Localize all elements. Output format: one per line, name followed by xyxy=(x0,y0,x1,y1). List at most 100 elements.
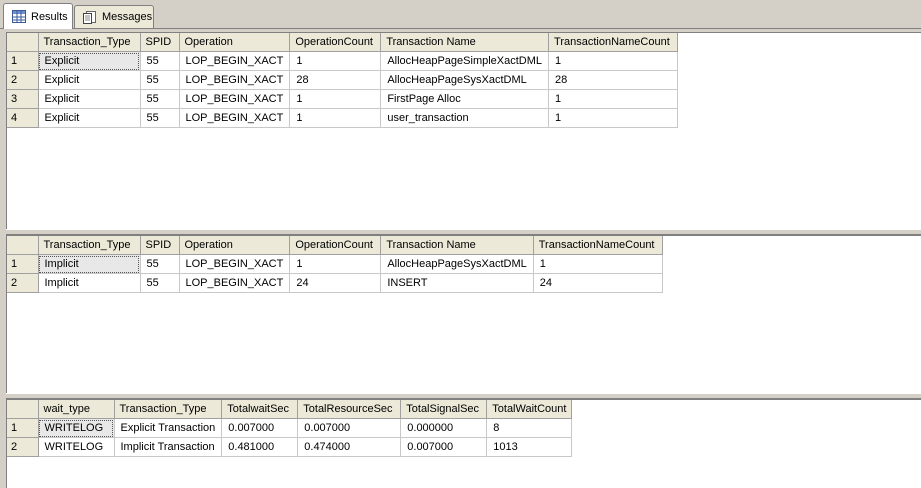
table-cell[interactable]: 24 xyxy=(533,273,663,293)
column-header[interactable]: Operation xyxy=(179,33,291,52)
column-header[interactable]: OperationCount xyxy=(289,33,382,52)
header-row: Transaction_Type SPID Operation Operatio… xyxy=(7,33,679,52)
result-table-3: wait_type Transaction_Type TotalwaitSec … xyxy=(7,400,573,457)
tab-messages-label: Messages xyxy=(102,11,153,23)
table-cell[interactable]: LOP_BEGIN_XACT xyxy=(179,89,291,109)
result-grid-1[interactable]: Transaction_Type SPID Operation Operatio… xyxy=(6,32,921,229)
table-cell[interactable]: AllocHeapPageSysXactDML xyxy=(380,70,550,90)
tab-results[interactable]: Results xyxy=(3,3,73,29)
table-row: 1 WRITELOG Explicit Transaction 0.007000… xyxy=(7,418,573,438)
header-row: Transaction_Type SPID Operation Operatio… xyxy=(7,236,663,255)
table-cell[interactable]: 24 xyxy=(289,273,382,293)
grid-corner[interactable] xyxy=(7,33,39,52)
table-cell[interactable]: 55 xyxy=(140,254,180,274)
column-header[interactable]: Transaction Name xyxy=(380,33,550,52)
row-number[interactable]: 3 xyxy=(7,89,39,109)
column-header[interactable]: TransactionNameCount xyxy=(548,33,679,52)
table-cell[interactable]: 0.000000 xyxy=(400,418,488,438)
table-cell[interactable]: Explicit xyxy=(38,51,141,71)
table-cell[interactable]: FirstPage Alloc xyxy=(380,89,550,109)
table-row: 2 Explicit 55 LOP_BEGIN_XACT 28 AllocHea… xyxy=(7,70,679,90)
column-header[interactable]: Transaction Name xyxy=(380,236,534,255)
header-row: wait_type Transaction_Type TotalwaitSec … xyxy=(7,400,573,419)
table-cell[interactable]: 0.481000 xyxy=(221,437,299,457)
table-cell[interactable]: LOP_BEGIN_XACT xyxy=(179,254,291,274)
column-header[interactable]: TotalResourceSec xyxy=(297,400,402,419)
column-header[interactable]: TotalSignalSec xyxy=(400,400,488,419)
grid-corner[interactable] xyxy=(7,236,39,255)
table-cell[interactable]: AllocHeapPageSimpleXactDML xyxy=(380,51,550,71)
column-header[interactable]: Transaction_Type xyxy=(114,400,223,419)
table-cell[interactable]: INSERT xyxy=(380,273,534,293)
table-row: 1 Explicit 55 LOP_BEGIN_XACT 1 AllocHeap… xyxy=(7,51,679,71)
result-grid-2[interactable]: Transaction_Type SPID Operation Operatio… xyxy=(6,235,921,393)
column-header[interactable]: Transaction_Type xyxy=(38,33,141,52)
table-cell[interactable]: Explicit Transaction xyxy=(114,418,223,438)
table-cell[interactable]: LOP_BEGIN_XACT xyxy=(179,273,291,293)
table-cell[interactable]: 1 xyxy=(289,51,382,71)
table-cell[interactable]: 1 xyxy=(289,89,382,109)
result-table-2: Transaction_Type SPID Operation Operatio… xyxy=(7,236,663,293)
table-cell[interactable]: 8 xyxy=(486,418,573,438)
table-cell[interactable]: Explicit xyxy=(38,70,141,90)
table-cell[interactable]: 1 xyxy=(548,51,679,71)
column-header[interactable]: TotalWaitCount xyxy=(486,400,573,419)
table-cell[interactable]: 55 xyxy=(140,108,180,128)
tabstrip-divider xyxy=(0,28,921,29)
table-row: 1 Implicit 55 LOP_BEGIN_XACT 1 AllocHeap… xyxy=(7,254,663,274)
row-number[interactable]: 1 xyxy=(7,418,39,438)
table-row: 4 Explicit 55 LOP_BEGIN_XACT 1 user_tran… xyxy=(7,108,679,128)
table-cell[interactable]: 55 xyxy=(140,51,180,71)
row-number[interactable]: 4 xyxy=(7,108,39,128)
column-header[interactable]: SPID xyxy=(140,33,180,52)
table-cell[interactable]: 55 xyxy=(140,89,180,109)
grid-corner[interactable] xyxy=(7,400,39,419)
column-header[interactable]: SPID xyxy=(140,236,180,255)
table-cell[interactable]: 1013 xyxy=(486,437,573,457)
table-cell[interactable]: 1 xyxy=(548,89,679,109)
tab-messages[interactable]: Messages xyxy=(74,5,154,28)
table-cell[interactable]: WRITELOG xyxy=(38,437,115,457)
table-cell[interactable]: Explicit xyxy=(38,89,141,109)
table-cell[interactable]: Implicit Transaction xyxy=(114,437,223,457)
table-cell[interactable]: 1 xyxy=(289,254,382,274)
table-cell[interactable]: WRITELOG xyxy=(38,418,115,438)
column-header[interactable]: Transaction_Type xyxy=(38,236,141,255)
table-cell[interactable]: 0.474000 xyxy=(297,437,402,457)
row-number[interactable]: 2 xyxy=(7,273,39,293)
table-cell[interactable]: LOP_BEGIN_XACT xyxy=(179,51,291,71)
column-header[interactable]: wait_type xyxy=(38,400,115,419)
table-row: 2 Implicit 55 LOP_BEGIN_XACT 24 INSERT 2… xyxy=(7,273,663,293)
row-number[interactable]: 2 xyxy=(7,437,39,457)
table-cell[interactable]: 1 xyxy=(533,254,663,274)
table-cell[interactable]: Explicit xyxy=(38,108,141,128)
table-cell[interactable]: user_transaction xyxy=(380,108,550,128)
table-cell[interactable]: 28 xyxy=(548,70,679,90)
row-number[interactable]: 1 xyxy=(7,51,39,71)
table-cell[interactable]: 28 xyxy=(289,70,382,90)
grid-icon xyxy=(12,10,26,23)
messages-icon xyxy=(83,10,97,24)
table-cell[interactable]: 1 xyxy=(548,108,679,128)
tab-results-label: Results xyxy=(31,10,68,23)
row-number[interactable]: 2 xyxy=(7,70,39,90)
column-header[interactable]: Operation xyxy=(179,236,291,255)
table-cell[interactable]: AllocHeapPageSysXactDML xyxy=(380,254,534,274)
table-cell[interactable]: 0.007000 xyxy=(297,418,402,438)
row-number[interactable]: 1 xyxy=(7,254,39,274)
column-header[interactable]: OperationCount xyxy=(289,236,382,255)
table-cell[interactable]: 55 xyxy=(140,273,180,293)
result-grid-3[interactable]: wait_type Transaction_Type TotalwaitSec … xyxy=(6,399,921,488)
results-tabstrip: Results Messages xyxy=(0,0,921,29)
table-cell[interactable]: 1 xyxy=(289,108,382,128)
column-header[interactable]: TotalwaitSec xyxy=(221,400,299,419)
table-cell[interactable]: Implicit xyxy=(38,254,141,274)
table-cell[interactable]: 0.007000 xyxy=(400,437,488,457)
table-cell[interactable]: LOP_BEGIN_XACT xyxy=(179,70,291,90)
table-cell[interactable]: LOP_BEGIN_XACT xyxy=(179,108,291,128)
table-cell[interactable]: 55 xyxy=(140,70,180,90)
table-cell[interactable]: Implicit xyxy=(38,273,141,293)
column-header[interactable]: TransactionNameCount xyxy=(533,236,663,255)
table-row: 2 WRITELOG Implicit Transaction 0.481000… xyxy=(7,437,573,457)
table-cell[interactable]: 0.007000 xyxy=(221,418,299,438)
